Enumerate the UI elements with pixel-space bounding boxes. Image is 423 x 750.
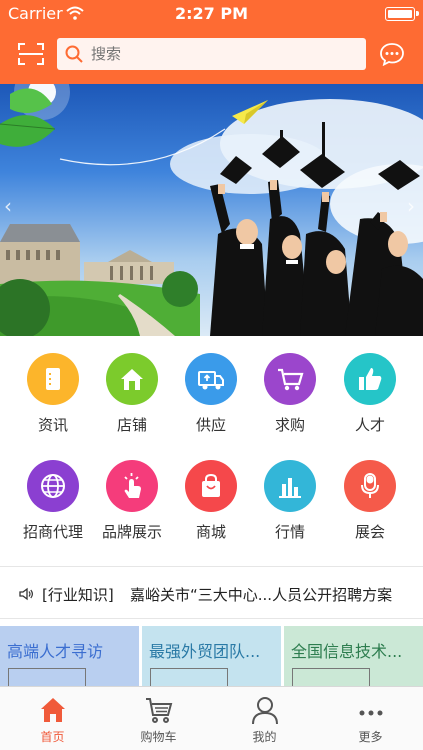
hand-pointer-icon — [106, 460, 158, 512]
banner-graduation-image — [0, 84, 423, 336]
microphone-icon — [344, 460, 396, 512]
category-label: 商城 — [195, 523, 226, 541]
tab-home[interactable]: 首页 — [0, 687, 105, 750]
document-icon — [27, 353, 79, 405]
tab-label: 更多 — [358, 730, 383, 744]
more-icon — [359, 710, 382, 716]
category-mall[interactable]: 商城 — [169, 460, 253, 542]
promo-card-title: 全国信息技术... — [291, 642, 403, 661]
promo-card-title: 最强外贸团队... — [149, 642, 261, 661]
tab-more[interactable]: 更多 — [318, 687, 423, 750]
cart-icon — [145, 698, 172, 723]
promo-card-image — [150, 668, 228, 686]
shopping-bag-icon — [185, 460, 237, 512]
tab-profile[interactable]: 我的 — [212, 687, 317, 750]
tab-cart[interactable]: 购物车 — [106, 687, 211, 750]
globe-icon — [27, 460, 79, 512]
tab-label: 我的 — [252, 730, 277, 744]
battery-icon — [385, 7, 419, 21]
category-label: 展会 — [354, 523, 385, 541]
search-input[interactable] — [91, 38, 351, 70]
category-label: 品牌展示 — [101, 523, 162, 541]
divider — [0, 566, 423, 567]
cart-icon — [264, 353, 316, 405]
category-franchise[interactable]: 招商代理 — [11, 460, 95, 542]
category-label: 求购 — [274, 416, 305, 434]
promo-card-image — [8, 668, 86, 686]
promo-card-it-info[interactable]: 全国信息技术... — [284, 626, 423, 686]
bar-chart-icon — [264, 460, 316, 512]
promo-card-talent-search[interactable]: 高端人才寻访 — [0, 626, 139, 686]
category-expo[interactable]: 展会 — [328, 460, 412, 542]
truck-icon — [185, 353, 237, 405]
app-screen: Carrier 2:27 PM 搜索 ‹ › 资讯 店铺 供应 求购 人才 招商… — [0, 0, 423, 750]
category-label: 招商代理 — [22, 523, 83, 541]
scan-icon[interactable] — [18, 43, 44, 65]
promo-card-title: 高端人才寻访 — [7, 642, 104, 661]
tab-label: 首页 — [40, 730, 65, 744]
clock: 2:27 PM — [174, 4, 248, 23]
category-label: 供应 — [195, 416, 226, 434]
user-icon — [251, 697, 278, 725]
category-brand[interactable]: 品牌展示 — [90, 460, 174, 542]
header: Carrier 2:27 PM — [0, 0, 423, 84]
ticker-category: [行业知识] — [42, 586, 114, 604]
status-bar: Carrier 2:27 PM — [0, 0, 423, 28]
promo-cards: 高端人才寻访 最强外贸团队... 全国信息技术... — [0, 626, 423, 686]
promo-card-image — [292, 668, 370, 686]
promo-banner[interactable]: ‹ › — [0, 84, 423, 336]
tab-label: 购物车 — [140, 730, 177, 744]
category-news[interactable]: 资讯 — [11, 353, 95, 435]
banner-prev-icon[interactable]: ‹ — [4, 194, 12, 218]
category-purchase[interactable]: 求购 — [248, 353, 332, 435]
thumbs-up-icon — [344, 353, 396, 405]
category-shop[interactable]: 店铺 — [90, 353, 174, 435]
tab-bar: 首页 购物车 我的 更多 — [0, 686, 423, 750]
category-label: 资讯 — [37, 416, 68, 434]
message-icon[interactable] — [379, 42, 405, 66]
house-icon — [106, 353, 158, 405]
category-label: 人才 — [354, 416, 385, 434]
category-label: 行情 — [274, 523, 305, 541]
search-bar[interactable] — [57, 38, 366, 70]
search-icon — [65, 45, 83, 63]
ticker-headline[interactable]: 嘉峪关市“三大中心...人员公开招聘方案 — [130, 584, 420, 605]
news-ticker[interactable]: [行业知识] 嘉峪关市“三大中心...人员公开招聘方案 — [0, 575, 423, 613]
category-market[interactable]: 行情 — [248, 460, 332, 542]
divider — [0, 618, 423, 619]
home-icon — [40, 698, 65, 722]
speaker-icon — [19, 587, 33, 601]
category-label: 店铺 — [116, 416, 147, 434]
banner-next-icon[interactable]: › — [407, 194, 415, 218]
category-supply[interactable]: 供应 — [169, 353, 253, 435]
promo-card-trade-team[interactable]: 最强外贸团队... — [142, 626, 281, 686]
category-talent[interactable]: 人才 — [328, 353, 412, 435]
